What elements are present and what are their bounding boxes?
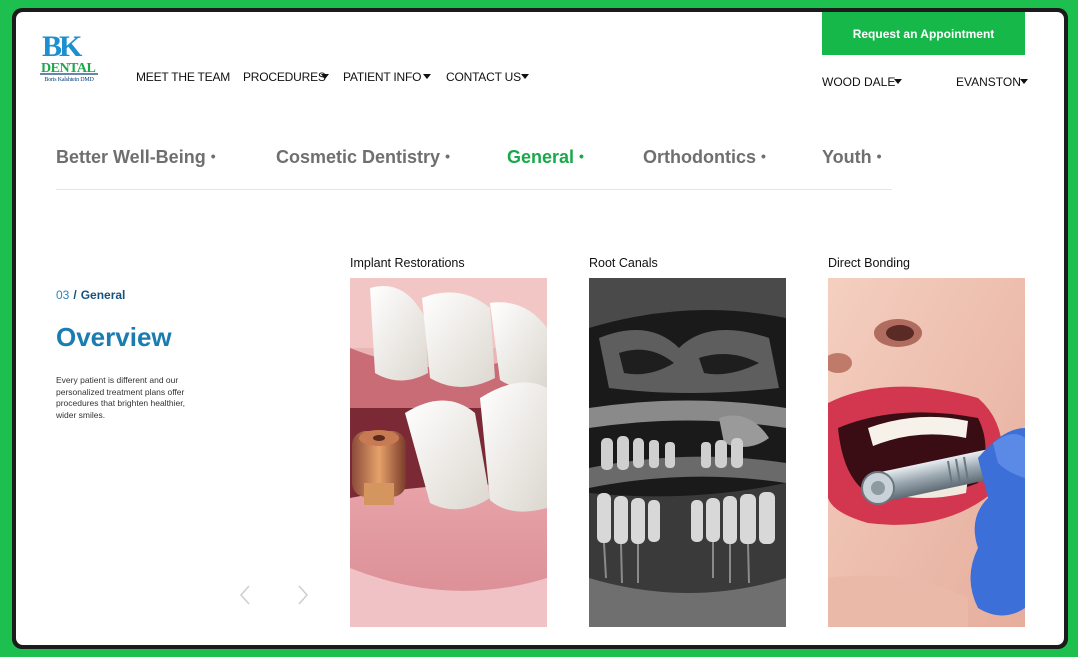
tab-label: Cosmetic Dentistry — [276, 147, 441, 167]
tab-label: Orthodontics — [643, 147, 756, 167]
chevron-down-icon[interactable] — [1020, 79, 1028, 84]
section-number: 03 — [56, 288, 70, 302]
bullet-icon: • — [210, 148, 216, 164]
logo-mark-icon: BK DENTAL — [40, 30, 98, 76]
chevron-down-icon[interactable] — [894, 79, 902, 84]
nav-procedures[interactable]: PROCEDURES — [243, 70, 326, 84]
location-evanston[interactable]: EVANSTON — [956, 75, 1021, 89]
card-title-implant-restorations[interactable]: Implant Restorations — [350, 256, 465, 270]
page-title: Overview — [56, 322, 172, 352]
bullet-icon: • — [876, 148, 882, 164]
tab-cosmetic-dentistry[interactable]: Cosmetic Dentistry • — [276, 147, 450, 168]
xray-photo[interactable] — [589, 278, 786, 627]
logo-subtitle: Boris Kalshtein DMD — [44, 77, 94, 83]
breadcrumb-separator: / — [73, 288, 77, 302]
location-wood-dale[interactable]: WOOD DALE — [822, 75, 895, 89]
chevron-right-icon[interactable] — [296, 584, 310, 611]
chevron-down-icon[interactable] — [321, 74, 329, 79]
nav-patient-info[interactable]: PATIENT INFO — [343, 70, 421, 84]
device-frame: BK DENTAL Boris Kalshtein DMD MEET THE T… — [12, 8, 1068, 649]
tab-youth[interactable]: Youth • — [822, 147, 882, 168]
tab-better-well-being[interactable]: Better Well-Being • — [56, 147, 216, 168]
bullet-icon: • — [579, 148, 584, 164]
breadcrumb: 03/General — [56, 288, 125, 302]
bonding-photo[interactable] — [828, 278, 1025, 627]
tab-general[interactable]: General • — [507, 147, 584, 168]
section-category: General — [80, 288, 126, 302]
tabs-divider — [56, 189, 892, 190]
card-title-root-canals[interactable]: Root Canals — [589, 256, 658, 270]
tab-label: Better Well-Being — [56, 147, 206, 167]
request-appointment-button[interactable]: Request an Appointment — [822, 12, 1025, 55]
card-title-direct-bonding[interactable]: Direct Bonding — [828, 256, 910, 270]
bullet-icon: • — [445, 148, 450, 164]
bullet-icon: • — [761, 148, 766, 164]
implant-photo[interactable] — [350, 278, 547, 627]
brand-logo[interactable]: BK DENTAL Boris Kalshtein DMD — [40, 30, 100, 86]
section-description: Every patient is different and our perso… — [56, 375, 186, 420]
tab-label: Youth — [822, 147, 872, 167]
nav-contact-us[interactable]: CONTACT US — [446, 70, 521, 84]
svg-text:BK: BK — [42, 30, 83, 63]
tab-orthodontics[interactable]: Orthodontics • — [643, 147, 766, 168]
chevron-left-icon[interactable] — [238, 584, 252, 611]
browser-viewport: BK DENTAL Boris Kalshtein DMD MEET THE T… — [16, 12, 1064, 645]
chevron-down-icon[interactable] — [521, 74, 529, 79]
nav-meet-the-team[interactable]: MEET THE TEAM — [136, 70, 230, 84]
chevron-down-icon[interactable] — [423, 74, 431, 79]
tab-label: General — [507, 147, 575, 167]
